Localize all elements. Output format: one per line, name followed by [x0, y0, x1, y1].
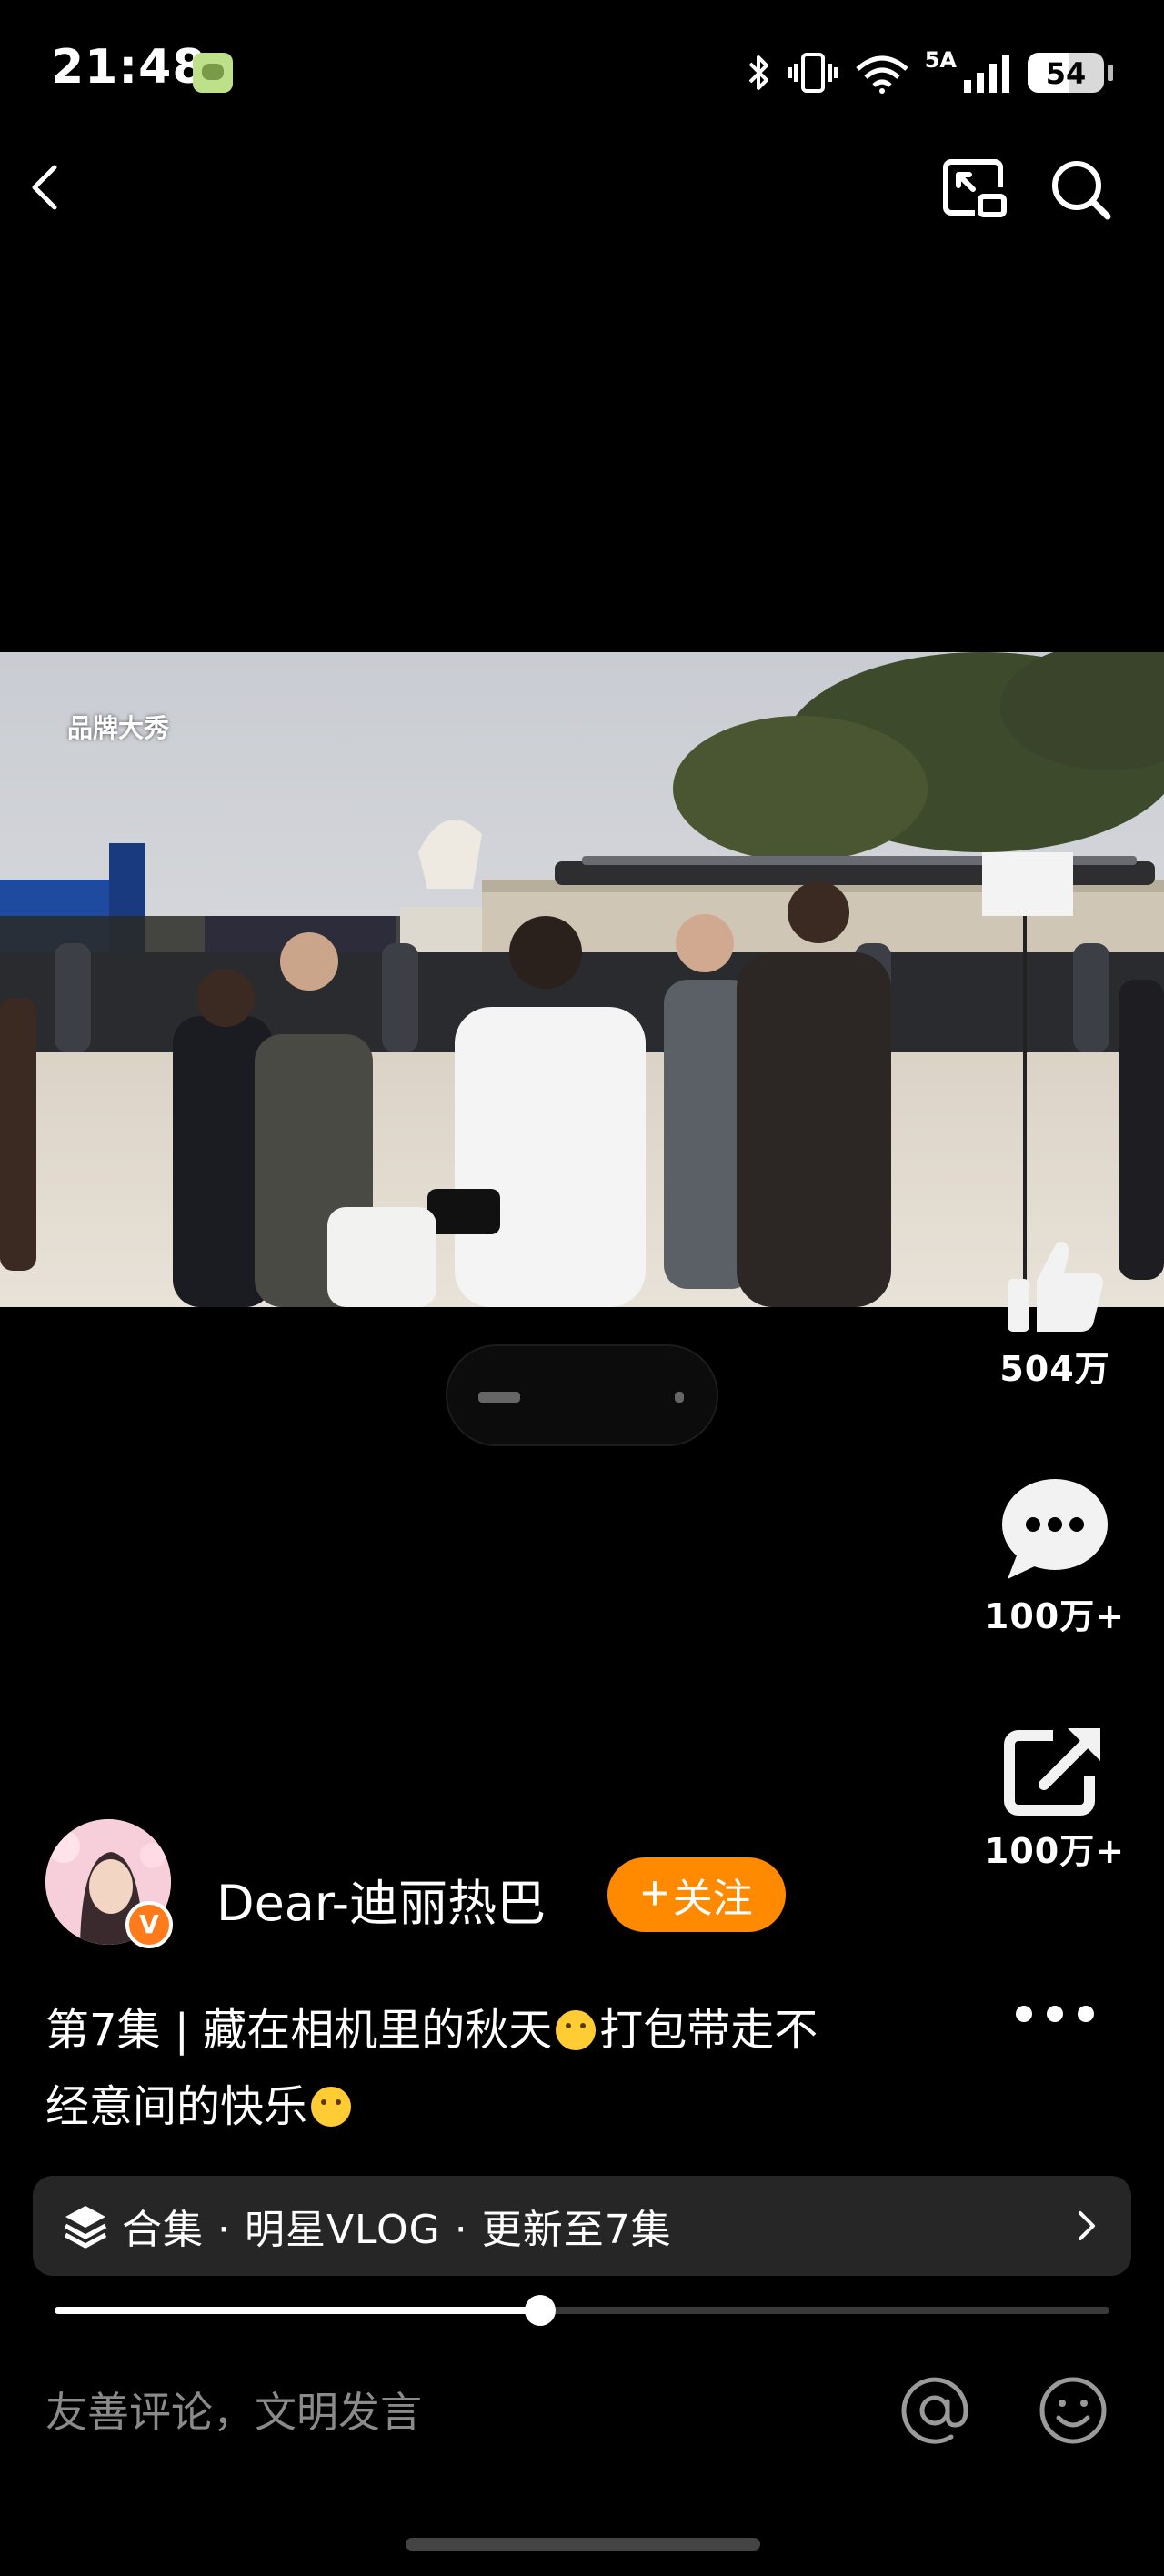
plus-icon: +: [640, 1866, 669, 1920]
battery-icon: 54: [1028, 53, 1104, 93]
vibrate-icon: [788, 53, 838, 93]
back-button[interactable]: [15, 155, 80, 220]
home-indicator[interactable]: [406, 2538, 760, 2551]
caption-line1: 第7集 | 藏在相机里的秋天: [45, 2005, 553, 2056]
emoji-face-icon: [556, 2010, 597, 2050]
video-info-pill[interactable]: [446, 1344, 718, 1446]
share-icon: [1004, 1728, 1100, 1816]
caption-line2: 经意间的快乐: [45, 2081, 308, 2132]
follow-button[interactable]: + 关注: [607, 1857, 786, 1932]
video-progress-bar[interactable]: [55, 2295, 1109, 2326]
mention-button[interactable]: [898, 2374, 971, 2447]
like-count: 504万: [999, 1349, 1110, 1389]
chevron-left-icon: [32, 165, 57, 210]
author-name[interactable]: Dear-迪丽热巴: [216, 1863, 546, 1935]
progress-thumb[interactable]: [524, 2295, 556, 2326]
comment-input[interactable]: [45, 2376, 846, 2449]
caption-line1-tail: 打包带走不: [599, 2005, 818, 2056]
network-type-label: 5A: [924, 47, 957, 73]
search-button[interactable]: [1044, 153, 1117, 226]
collection-bar[interactable]: 合集 · 明星VLOG · 更新至7集: [33, 2176, 1131, 2276]
bluetooth-icon: [748, 55, 768, 90]
pill-dot: [675, 1392, 684, 1403]
more-options-button[interactable]: [1008, 1988, 1102, 2039]
collection-label: 合集 · 明星VLOG · 更新至7集: [122, 2207, 672, 2253]
battery-level: 54: [1045, 56, 1087, 91]
battery-tip: [1108, 65, 1113, 81]
signal-icon: [964, 55, 1009, 93]
more-dots-icon: [1016, 2006, 1094, 2022]
video-player[interactable]: 品牌大秀: [0, 652, 1164, 1307]
screen-cast-icon: [943, 159, 1007, 217]
share-button[interactable]: 100万+: [964, 1723, 1146, 1873]
emoji-wave-icon: [311, 2087, 352, 2127]
like-button[interactable]: 504万: [964, 1235, 1146, 1391]
status-icons: 5A 54: [745, 47, 1113, 98]
video-watermark: 品牌大秀: [67, 713, 170, 743]
status-bar: 21:48 5A 54: [0, 0, 1164, 146]
progress-fill: [55, 2307, 540, 2314]
status-time: 21:48: [51, 40, 206, 95]
follow-label: 关注: [672, 1877, 753, 1921]
chevron-right-icon: [1079, 2211, 1095, 2240]
cast-button[interactable]: [938, 153, 1011, 226]
emoji-button[interactable]: [1037, 2374, 1109, 2447]
notification-app-icon: [193, 53, 233, 93]
layers-icon: [64, 2206, 107, 2249]
comment-count: 100万+: [984, 1596, 1126, 1636]
video-frame-image: [0, 652, 1164, 1307]
search-icon: [1052, 161, 1111, 220]
thumbs-up-icon: [1008, 1242, 1103, 1332]
verified-badge: V: [125, 1901, 173, 1948]
video-caption[interactable]: 第7集 | 藏在相机里的秋天 打包带走不 经意间的快乐: [45, 1992, 918, 2145]
pill-line: [478, 1392, 520, 1403]
comment-bubble-icon: [1002, 1479, 1108, 1579]
comment-button[interactable]: 100万+: [964, 1475, 1146, 1638]
smiley-icon: [1039, 2377, 1107, 2444]
at-sign-icon: [901, 2377, 968, 2444]
wifi-icon: [856, 55, 908, 94]
share-count: 100万+: [984, 1831, 1126, 1871]
